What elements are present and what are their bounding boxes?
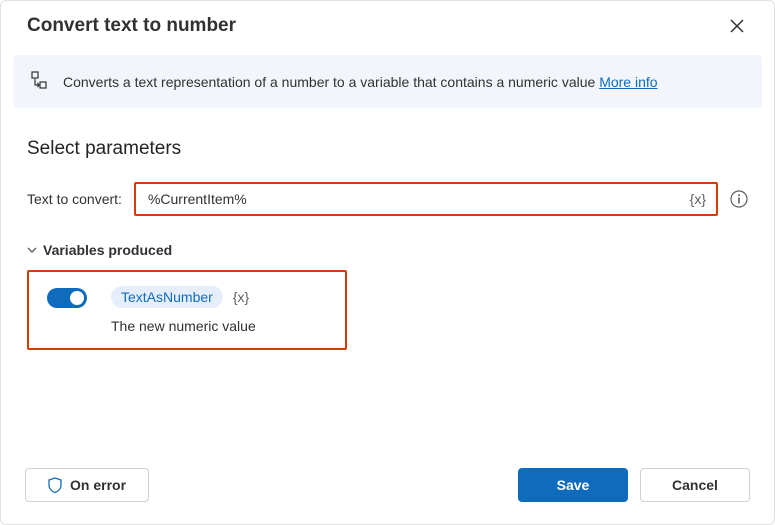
variable-details: TextAsNumber {x} The new numeric value: [111, 286, 256, 334]
text-to-convert-input-wrap[interactable]: {x}: [134, 182, 718, 216]
close-button[interactable]: [726, 15, 748, 37]
banner-text-wrap: Converts a text representation of a numb…: [63, 74, 658, 90]
select-parameters-heading: Select parameters: [27, 138, 748, 160]
text-to-convert-input[interactable]: [146, 190, 688, 208]
text-to-convert-label: Text to convert:: [27, 191, 122, 207]
banner-text: Converts a text representation of a numb…: [63, 74, 599, 90]
footer-right: Save Cancel: [518, 468, 750, 502]
variable-type-icon: {x}: [231, 289, 251, 305]
shield-icon: [48, 477, 62, 493]
variable-name-row: TextAsNumber {x}: [111, 286, 256, 308]
save-label: Save: [557, 477, 590, 493]
variable-picker-icon[interactable]: {x}: [688, 191, 708, 207]
variables-produced-box: TextAsNumber {x} The new numeric value: [27, 270, 347, 350]
close-icon: [730, 19, 744, 33]
chevron-down-icon: [27, 245, 37, 255]
variables-produced-toggle[interactable]: Variables produced: [27, 242, 748, 258]
convert-action-icon: [31, 71, 47, 92]
help-icon[interactable]: [730, 190, 748, 208]
text-to-convert-row: Text to convert: {x}: [27, 182, 748, 216]
convert-text-to-number-dialog: Convert text to number Converts a text r…: [0, 0, 775, 525]
dialog-footer: On error Save Cancel: [1, 454, 774, 524]
variable-name-chip[interactable]: TextAsNumber: [111, 286, 223, 308]
on-error-label: On error: [70, 477, 126, 493]
cancel-button[interactable]: Cancel: [640, 468, 750, 502]
dialog-content: Select parameters Text to convert: {x} V…: [1, 108, 774, 454]
variable-description: The new numeric value: [111, 318, 256, 334]
variable-toggle[interactable]: [47, 288, 87, 308]
variables-produced-heading: Variables produced: [43, 242, 172, 258]
cancel-label: Cancel: [672, 477, 718, 493]
dialog-header: Convert text to number: [1, 1, 774, 47]
dialog-title: Convert text to number: [27, 15, 236, 37]
more-info-link[interactable]: More info: [599, 74, 657, 90]
info-banner: Converts a text representation of a numb…: [13, 55, 762, 108]
save-button[interactable]: Save: [518, 468, 628, 502]
on-error-button[interactable]: On error: [25, 468, 149, 502]
